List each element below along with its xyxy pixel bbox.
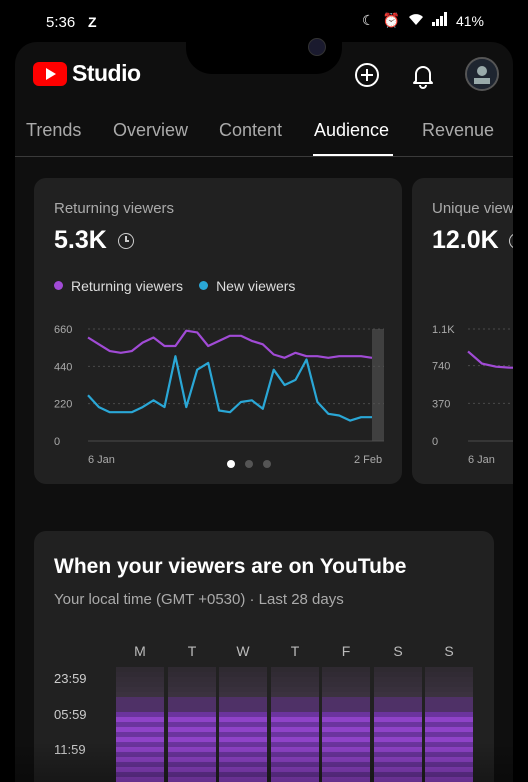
battery-text: 41% xyxy=(455,12,484,29)
heatmap-column xyxy=(116,667,164,782)
returning-viewers-card[interactable]: Returning viewers 5.3K Returning viewers… xyxy=(34,178,402,484)
y-tick-label: 440 xyxy=(54,361,72,373)
x-tick-label: 2 Feb xyxy=(354,454,382,466)
legend-label: New viewers xyxy=(216,278,296,294)
heatmap-day-label: T xyxy=(187,643,197,659)
unique-viewers-card[interactable]: Unique viewers 12.0K 0 370 740 1.1K 6 Jan xyxy=(412,178,513,484)
card-value: 12.0K xyxy=(432,226,499,254)
card-title: Returning viewers xyxy=(54,200,175,217)
youtube-logo-icon xyxy=(33,61,67,86)
notifications-bell-icon[interactable] xyxy=(408,60,438,90)
app-screen: Studio Trends Overview Content Audience … xyxy=(15,42,513,782)
heatmap-column xyxy=(425,667,473,782)
heatmap-day-label: F xyxy=(341,643,351,659)
legend-item-returning: Returning viewers xyxy=(54,278,183,294)
heatmap-title: When your viewers are on YouTube xyxy=(54,555,407,578)
heatmap-day-label: W xyxy=(236,643,250,659)
active-tab-indicator xyxy=(313,154,393,156)
chart-legend: Returning viewers New viewers xyxy=(54,278,295,294)
carousel-dot[interactable] xyxy=(263,460,271,468)
y-tick-label: 220 xyxy=(54,399,72,411)
wifi-icon xyxy=(408,12,424,29)
carousel-dot-active[interactable] xyxy=(227,460,235,468)
heatmap-day-label: S xyxy=(444,643,454,659)
heatmap-column xyxy=(168,667,216,782)
legend-dot xyxy=(199,281,209,290)
system-icons: ☾ ⏰ 41% xyxy=(362,12,484,29)
y-tick-label: 660 xyxy=(54,324,72,336)
y-tick-label: 0 xyxy=(54,436,60,448)
clock-icon xyxy=(509,233,513,249)
x-tick-label: 6 Jan xyxy=(88,454,115,466)
legend-label: Returning viewers xyxy=(71,278,184,294)
card-value: 5.3K xyxy=(54,226,107,254)
card-title: Unique viewers xyxy=(432,200,513,217)
y-tick-label: 370 xyxy=(432,398,450,410)
carousel-dot[interactable] xyxy=(245,460,253,468)
heatmap-time-label: 11:59 xyxy=(54,742,86,757)
heatmap-subtitle: Your local time (GMT +0530) · Last 28 da… xyxy=(54,591,344,608)
alarm-icon: ⏰ xyxy=(382,12,400,28)
series-line xyxy=(87,329,373,359)
legend-item-new: New viewers xyxy=(199,278,295,294)
heatmap-day-label: T xyxy=(290,643,300,659)
heatmap-day-label: S xyxy=(393,643,403,659)
tab-bar: Trends Overview Content Audience Revenue xyxy=(15,114,513,157)
create-icon[interactable] xyxy=(352,60,382,90)
y-tick-label: 740 xyxy=(432,361,450,373)
tab-trends[interactable]: Trends xyxy=(26,120,81,141)
carousel-indicator xyxy=(227,460,271,468)
app-name: Studio xyxy=(72,60,141,86)
heatmap-column xyxy=(271,667,319,782)
moon-icon: ☾ xyxy=(361,12,375,28)
studio-logo[interactable]: Studio xyxy=(33,60,141,87)
camera-icon xyxy=(308,38,326,56)
y-tick-label: 0 xyxy=(432,436,438,448)
signal-icon xyxy=(431,12,448,29)
tab-revenue[interactable]: Revenue xyxy=(422,120,494,141)
viewer-activity-card: When your viewers are on YouTube Your lo… xyxy=(34,531,494,782)
heatmap-time-label: 23:59 xyxy=(54,671,87,686)
legend-dot xyxy=(54,281,63,290)
returning-viewers-chart: 0 220 440 660 6 Jan 2 Feb xyxy=(54,324,384,466)
channel-avatar[interactable] xyxy=(465,57,499,91)
heatmap-column xyxy=(219,667,267,782)
clock-icon xyxy=(118,233,134,249)
heatmap-column xyxy=(322,667,370,782)
clock-time: 5:36 xyxy=(46,14,76,31)
x-tick-label: 6 Jan xyxy=(468,454,495,466)
unique-viewers-chart: 0 370 740 1.1K 6 Jan xyxy=(432,324,513,466)
notification-icon: Z xyxy=(88,14,97,30)
tab-audience[interactable]: Audience xyxy=(314,120,389,141)
heatmap-day-label: M xyxy=(134,643,146,659)
heatmap-column xyxy=(374,667,422,782)
tab-content[interactable]: Content xyxy=(219,120,282,141)
y-tick-label: 1.1K xyxy=(432,324,455,336)
tab-overview[interactable]: Overview xyxy=(113,120,188,141)
scroll-highlight xyxy=(372,329,384,441)
camera-notch xyxy=(186,24,342,74)
heatmap-time-label: 05:59 xyxy=(54,707,87,722)
